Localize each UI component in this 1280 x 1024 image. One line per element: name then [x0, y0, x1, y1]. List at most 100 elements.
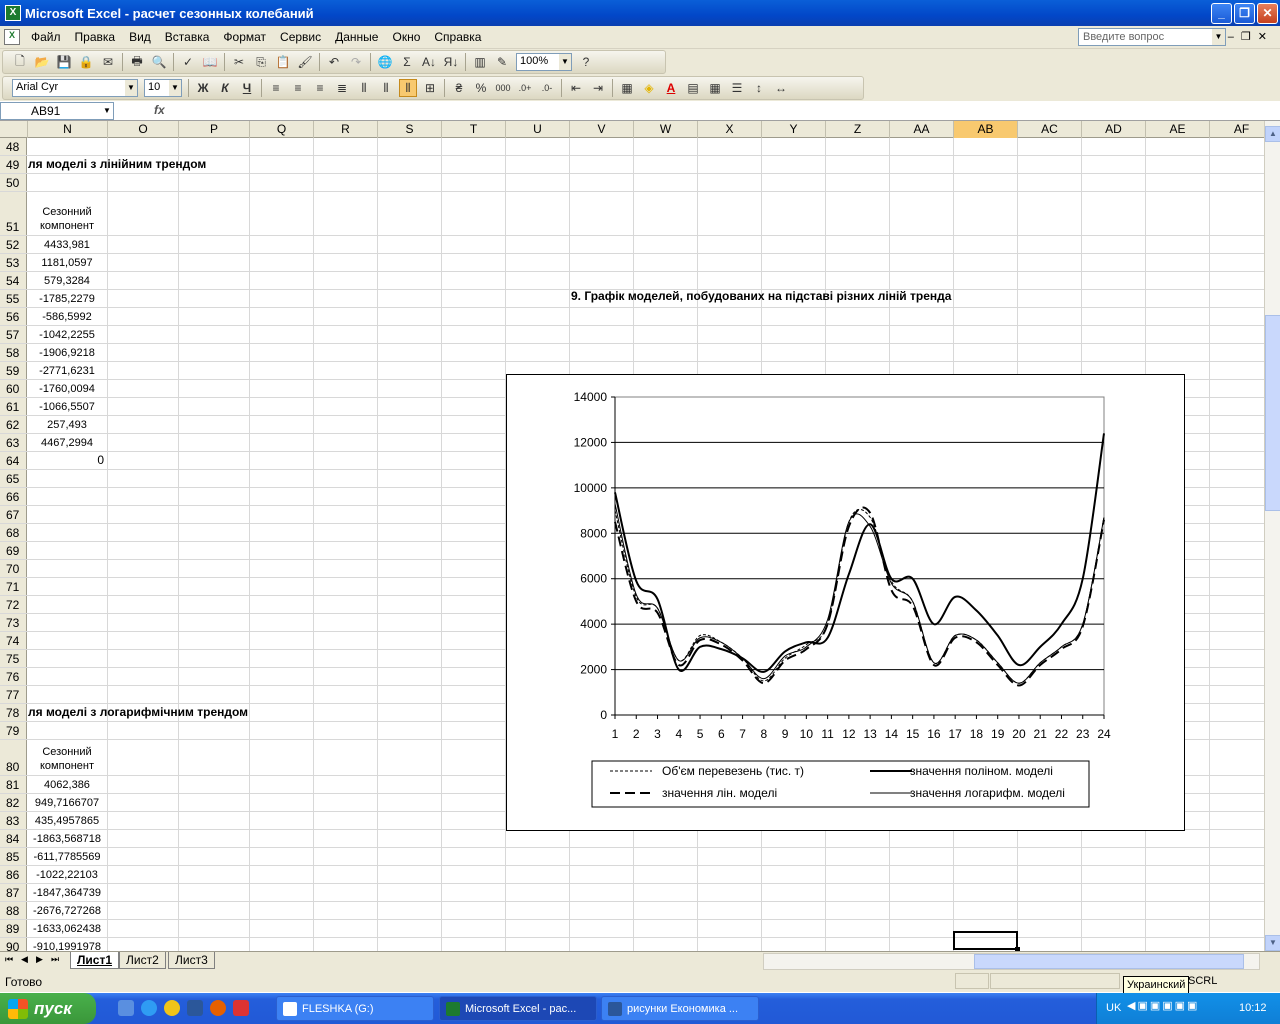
value-cell[interactable]: -611,7785569 [28, 851, 106, 863]
value-cell[interactable]: 579,3284 [28, 275, 106, 287]
row-header-82[interactable]: 82 [0, 794, 27, 811]
column-header-u[interactable]: U [506, 121, 570, 138]
value-cell[interactable]: 949,7166707 [28, 797, 106, 809]
minimize-button[interactable]: _ [1211, 2, 1232, 24]
next-sheet-icon[interactable]: ▶ [36, 954, 43, 965]
font-size-select[interactable]: 10 ▼ [144, 79, 182, 97]
row-header-86[interactable]: 86 [0, 866, 27, 883]
row-header-74[interactable]: 74 [0, 632, 27, 649]
grid-row-58[interactable]: 58 -1906,9218 [0, 344, 1264, 362]
column-header-ae[interactable]: AE [1146, 121, 1210, 138]
menu-window[interactable]: Окно [385, 30, 427, 44]
menu-data[interactable]: Данные [328, 30, 385, 44]
first-sheet-icon[interactable]: ⏮ [5, 954, 13, 965]
align-center-icon[interactable]: ≡ [289, 79, 307, 97]
zoom-select[interactable]: 100% ▼ [516, 53, 572, 71]
row-header-72[interactable]: 72 [0, 596, 27, 613]
save-icon[interactable]: 💾 [55, 53, 73, 71]
worksheet-grid[interactable]: 48 49 ля моделі з лінійним трендом 50 51 Сезо… [0, 121, 1264, 951]
desktop-icon[interactable] [118, 1000, 134, 1016]
row-header-80[interactable]: 80 [0, 740, 27, 775]
help-icon[interactable]: ? [577, 53, 595, 71]
value-cell[interactable]: -1906,9218 [28, 347, 106, 359]
hyperlink-icon[interactable]: 🌐 [376, 53, 394, 71]
row-header-68[interactable]: 68 [0, 524, 27, 541]
table-icon[interactable]: ▤ [684, 79, 702, 97]
row-header-83[interactable]: 83 [0, 812, 27, 829]
column-header-w[interactable]: W [634, 121, 698, 138]
grid-row-89[interactable]: 89 -1633,062438 [0, 920, 1264, 938]
menu-file[interactable]: Файл [24, 30, 68, 44]
grid-row-53[interactable]: 53 1181,0597 [0, 254, 1264, 272]
row-header-70[interactable]: 70 [0, 560, 27, 577]
grid-row-56[interactable]: 56 -586,5992 [0, 308, 1264, 326]
increase-indent-icon[interactable]: ⇥ [589, 79, 607, 97]
currency-icon[interactable]: ₴ [450, 79, 468, 97]
tab-sheet3[interactable]: Лист3 [168, 952, 215, 969]
decrease-indent-icon[interactable]: ⇤ [567, 79, 585, 97]
value-cell[interactable]: 1181,0597 [28, 257, 106, 269]
start-button[interactable]: пуск [0, 993, 96, 1024]
distributed2-icon[interactable]: ⦀ [377, 79, 395, 97]
grid-row-86[interactable]: 86 -1022,22103 [0, 866, 1264, 884]
row-header-89[interactable]: 89 [0, 920, 27, 937]
grid-row-87[interactable]: 87 -1847,364739 [0, 884, 1264, 902]
row-header-81[interactable]: 81 [0, 776, 27, 793]
help-search-input[interactable]: Введите вопрос ▼ [1078, 28, 1226, 46]
grid-row-85[interactable]: 85 -611,7785569 [0, 848, 1264, 866]
chevron-down-icon[interactable]: ▼ [559, 54, 571, 70]
active-cell[interactable] [953, 931, 1020, 951]
redo-icon[interactable]: ↷ [347, 53, 365, 71]
chart-wizard-icon[interactable]: ▥ [471, 53, 489, 71]
row-header-61[interactable]: 61 [0, 398, 27, 415]
horizontal-scrollbar[interactable] [763, 953, 1260, 970]
prev-sheet-icon[interactable]: ◀ [21, 954, 28, 965]
print-preview-icon[interactable]: 🔍 [150, 53, 168, 71]
rows-icon[interactable]: ☰ [728, 79, 746, 97]
value-cell[interactable]: -1042,2255 [28, 329, 106, 341]
row-header-75[interactable]: 75 [0, 650, 27, 667]
column-width-icon[interactable]: ↔ [772, 79, 790, 97]
column-header-x[interactable]: X [698, 121, 762, 138]
decrease-decimal-icon[interactable]: .0- [538, 79, 556, 97]
tab-sheet1[interactable]: Лист1 [70, 952, 120, 969]
sort-asc-icon[interactable]: A↓ [420, 53, 438, 71]
thousands-button[interactable]: 000 [494, 79, 512, 97]
align-left-icon[interactable]: ≡ [267, 79, 285, 97]
row-header-50[interactable]: 50 [0, 174, 27, 191]
row-header-67[interactable]: 67 [0, 506, 27, 523]
row-header-77[interactable]: 77 [0, 686, 27, 703]
ie-icon[interactable] [141, 1000, 157, 1016]
row-header-76[interactable]: 76 [0, 668, 27, 685]
menu-edit[interactable]: Правка [68, 30, 123, 44]
value-cell[interactable]: -1863,568718 [28, 833, 106, 845]
copy-icon[interactable]: ⎘ [252, 53, 270, 71]
scroll-up-icon[interactable]: ▲ [1265, 126, 1280, 142]
chevron-down-icon[interactable]: ▼ [125, 80, 137, 96]
font-color-icon[interactable]: A [662, 79, 680, 97]
task-word[interactable]: рисунки Економика ... [601, 996, 759, 1021]
word-icon[interactable] [187, 1000, 203, 1016]
value-cell[interactable]: 0 [28, 453, 106, 467]
column-header-p[interactable]: P [179, 121, 250, 138]
row-header-71[interactable]: 71 [0, 578, 27, 595]
undo-icon[interactable]: ↶ [325, 53, 343, 71]
row-header-55[interactable]: 55 [0, 290, 27, 307]
chart[interactable]: 0 2000 4000 6000 8000 10000 12000 14000 1 2 3 4 5 6 7 8… [506, 374, 1185, 831]
column-header-ab[interactable]: AB [954, 121, 1018, 138]
grid-row-48[interactable]: 48 [0, 138, 1264, 156]
permission-icon[interactable]: 🔒 [77, 53, 95, 71]
grid-row-52[interactable]: 52 4433,981 [0, 236, 1264, 254]
horizontal-scroll-thumb[interactable] [974, 954, 1244, 969]
column-header-s[interactable]: S [378, 121, 442, 138]
chevron-down-icon[interactable]: ▼ [1212, 29, 1225, 45]
mdi-controls[interactable]: –❐✕ [1228, 30, 1274, 43]
column-label-cell[interactable]: Сезонний компонент [28, 745, 106, 773]
row-header-51[interactable]: 51 [0, 192, 27, 235]
print-icon[interactable]: 🖶 [128, 53, 146, 71]
row-header-65[interactable]: 65 [0, 470, 27, 487]
drawing-icon[interactable]: ✎ [493, 53, 511, 71]
column-header-y[interactable]: Y [762, 121, 826, 138]
restore-button[interactable]: ❐ [1234, 2, 1255, 24]
grid-row-88[interactable]: 88 -2676,727268 [0, 902, 1264, 920]
